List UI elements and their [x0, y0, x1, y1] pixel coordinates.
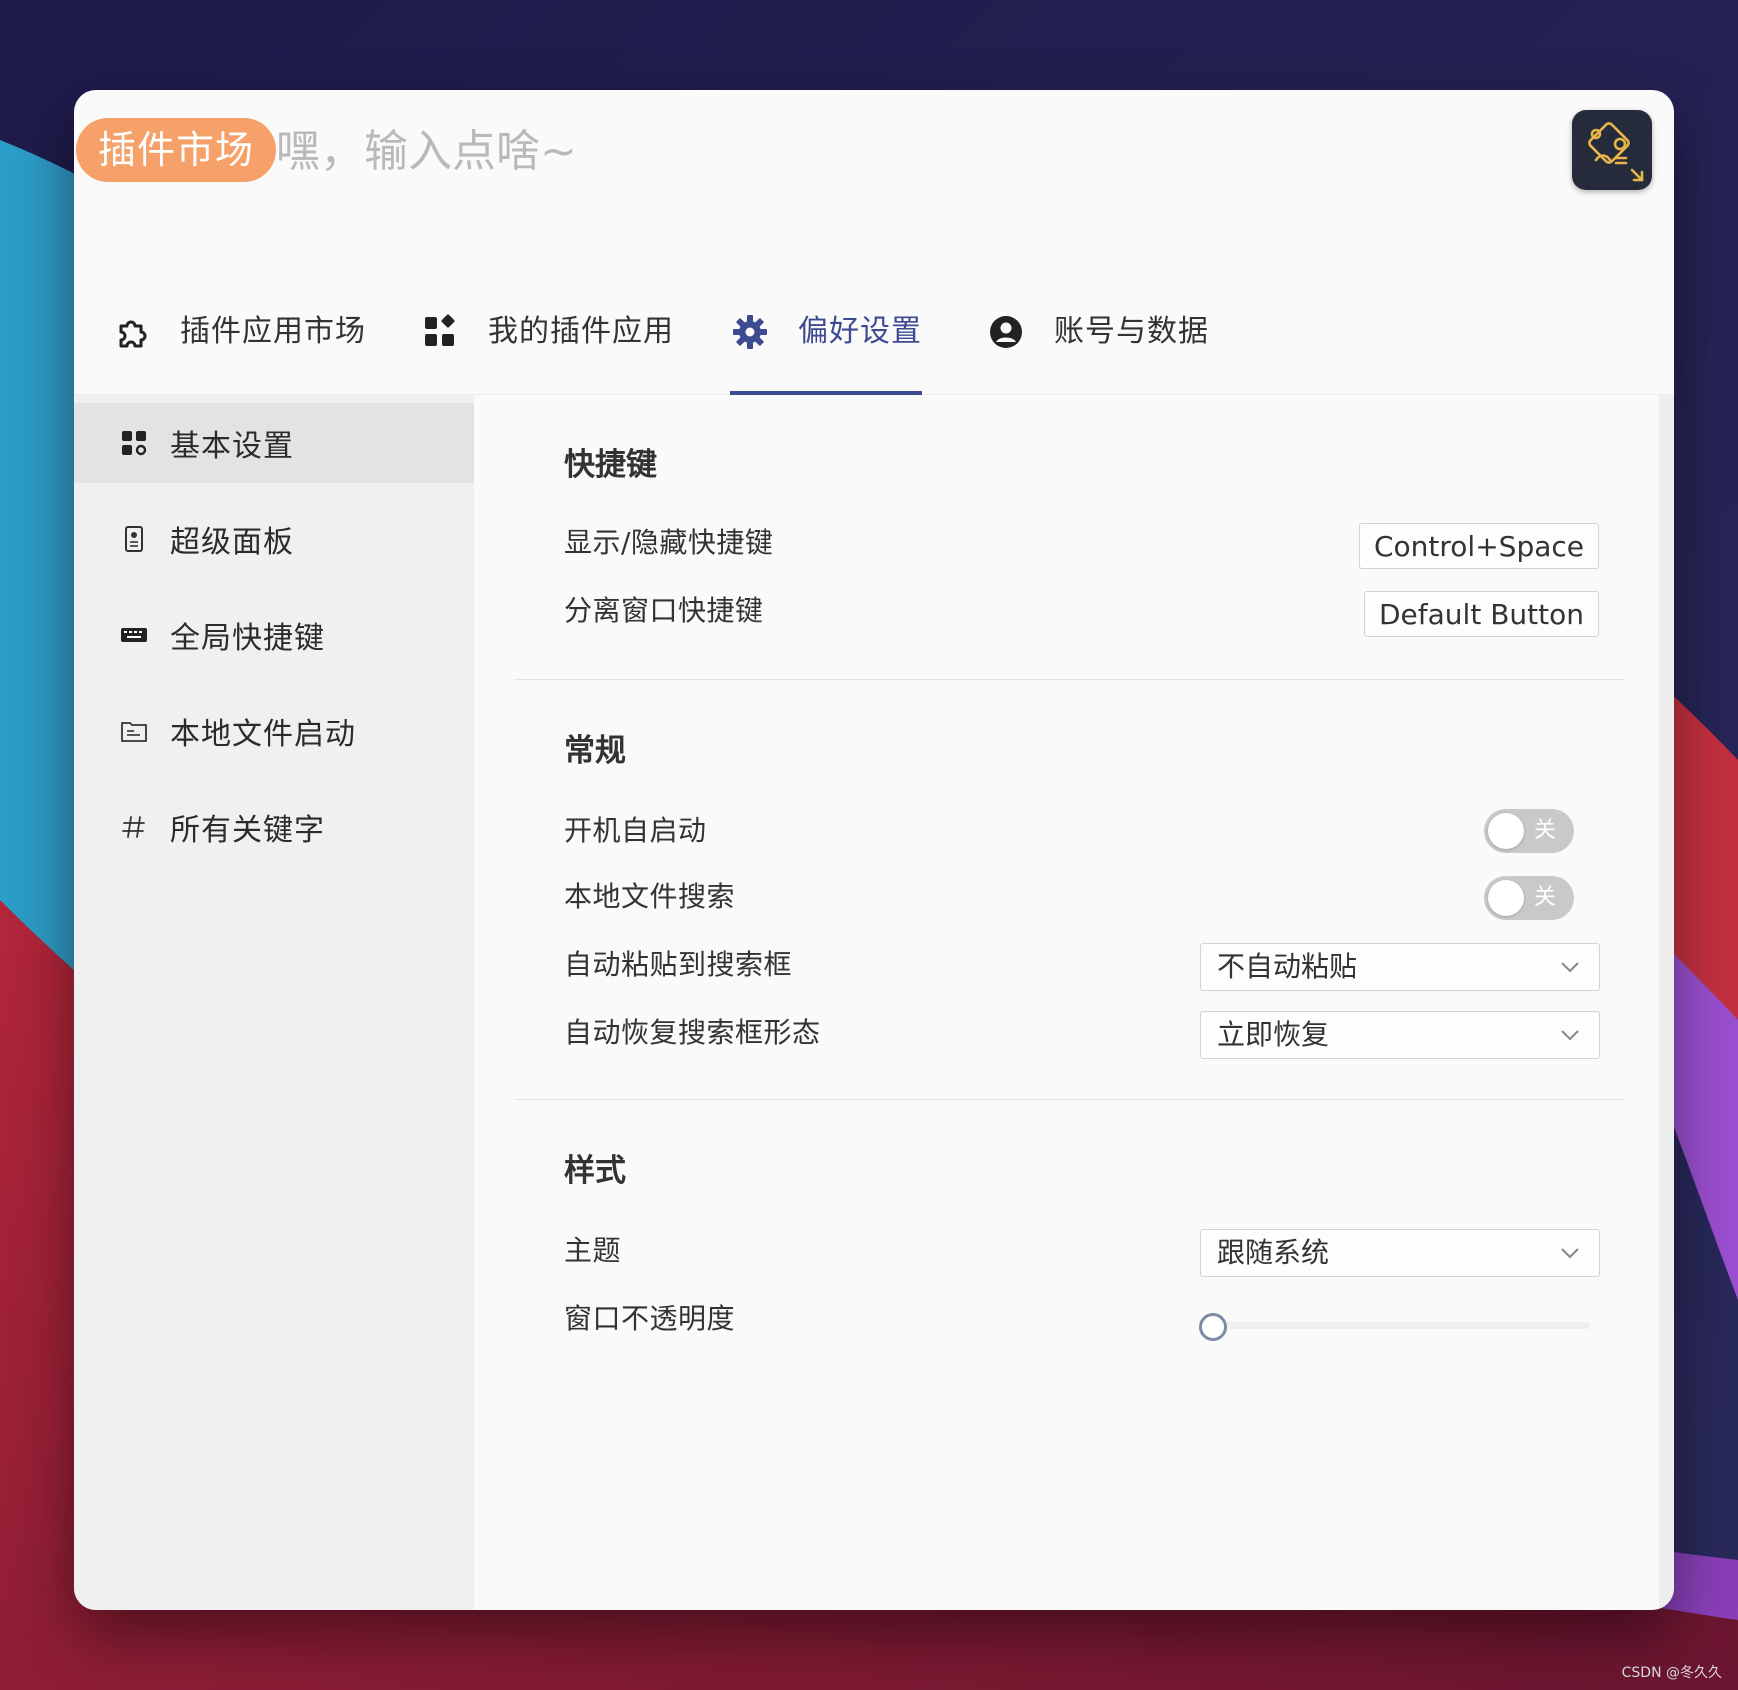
- section-title-shortcuts: 快捷键: [564, 447, 657, 483]
- tab-preferences[interactable]: 偏好设置: [730, 310, 922, 395]
- tab-label: 偏好设置: [798, 314, 922, 349]
- sidebar-item-label: 基本设置: [170, 429, 294, 464]
- theme-select[interactable]: 跟随系统: [1200, 1229, 1600, 1277]
- folder-file-icon: [121, 722, 147, 742]
- auto-paste-label: 自动粘贴到搜索框: [564, 948, 793, 981]
- local-file-search-toggle[interactable]: 关: [1484, 876, 1574, 920]
- tab-label: 插件应用市场: [180, 314, 366, 349]
- chevron-down-icon: [1561, 1030, 1579, 1041]
- slider-thumb[interactable]: [1199, 1313, 1227, 1341]
- slider-track: [1210, 1322, 1590, 1329]
- tab-label: 账号与数据: [1054, 314, 1209, 349]
- panel-icon: [125, 526, 143, 552]
- autostart-toggle[interactable]: 关: [1484, 809, 1574, 853]
- auto-restore-select[interactable]: 立即恢复: [1200, 1011, 1600, 1059]
- sidebar-item-local-file-launch[interactable]: 本地文件启动: [74, 691, 474, 771]
- chevron-down-icon: [1561, 962, 1579, 973]
- apps-grid-icon: [425, 314, 455, 346]
- tab-my-plugins[interactable]: 我的插件应用: [420, 310, 674, 394]
- auto-restore-label: 自动恢复搜索框形态: [564, 1016, 821, 1049]
- detach-window-shortcut-label: 分离窗口快捷键: [564, 594, 764, 627]
- search-input[interactable]: [274, 116, 1378, 186]
- settings-grid-icon: [122, 431, 147, 456]
- settings-content: 快捷键 显示/隐藏快捷键 Control+Space 分离窗口快捷键 Defau…: [474, 395, 1659, 1610]
- tab-plugin-market[interactable]: 插件应用市场: [112, 310, 366, 394]
- section-title-general: 常规: [564, 733, 626, 769]
- tab-label: 我的插件应用: [488, 314, 674, 349]
- settings-sidebar: 基本设置 超级面板 全局快捷键 本地文件启动 所有关键字: [74, 395, 474, 1610]
- detach-window-shortcut-button[interactable]: Default Button: [1364, 591, 1599, 637]
- select-value: 跟随系统: [1217, 1236, 1330, 1269]
- sidebar-item-label: 所有关键字: [170, 813, 325, 848]
- autostart-label: 开机自启动: [564, 814, 707, 847]
- watermark: CSDN @冬久久: [1621, 1665, 1722, 1681]
- toggle-state-text: 关: [1534, 885, 1557, 910]
- puzzle-icon: [119, 320, 147, 348]
- search-bar: 插件市场: [74, 90, 1674, 210]
- section-title-style: 样式: [564, 1153, 626, 1189]
- gear-icon: [733, 315, 767, 349]
- sidebar-item-label: 超级面板: [170, 525, 294, 560]
- theme-label: 主题: [564, 1234, 622, 1267]
- user-circle-icon: [990, 316, 1022, 348]
- content-scrollbar[interactable]: [1659, 395, 1674, 1610]
- toggle-knob: [1488, 813, 1524, 849]
- toggle-knob: [1488, 880, 1524, 916]
- sidebar-item-label: 全局快捷键: [170, 621, 325, 656]
- hash-icon: [122, 816, 145, 838]
- section-divider: [514, 679, 1624, 680]
- sidebar-item-super-panel[interactable]: 超级面板: [74, 499, 474, 579]
- select-value: 立即恢复: [1217, 1018, 1330, 1051]
- app-window: 插件市场 插件应用市场: [74, 90, 1674, 1610]
- show-hide-shortcut-button[interactable]: Control+Space: [1359, 523, 1599, 569]
- section-divider: [514, 1099, 1624, 1100]
- show-hide-shortcut-label: 显示/隐藏快捷键: [564, 526, 774, 559]
- chevron-down-icon: [1561, 1248, 1579, 1259]
- tab-account-data[interactable]: 账号与数据: [986, 310, 1209, 394]
- plugin-market-tag[interactable]: 插件市场: [76, 118, 277, 182]
- auto-paste-select[interactable]: 不自动粘贴: [1200, 943, 1600, 991]
- sidebar-item-label: 本地文件启动: [170, 717, 356, 752]
- local-file-search-label: 本地文件搜索: [564, 880, 736, 913]
- top-tabs: 插件应用市场 我的插件应用 偏好设置 账号与数据: [74, 290, 1674, 395]
- keyboard-icon: [121, 628, 147, 642]
- sidebar-item-basic-settings[interactable]: 基本设置: [74, 403, 474, 483]
- window-opacity-label: 窗口不透明度: [564, 1302, 736, 1335]
- sidebar-item-all-keywords[interactable]: 所有关键字: [74, 787, 474, 867]
- sidebar-item-global-shortcuts[interactable]: 全局快捷键: [74, 595, 474, 675]
- select-value: 不自动粘贴: [1217, 950, 1358, 983]
- toggle-state-text: 关: [1534, 818, 1557, 843]
- app-logo-icon[interactable]: [1572, 110, 1652, 190]
- window-opacity-slider[interactable]: [1199, 1311, 1600, 1341]
